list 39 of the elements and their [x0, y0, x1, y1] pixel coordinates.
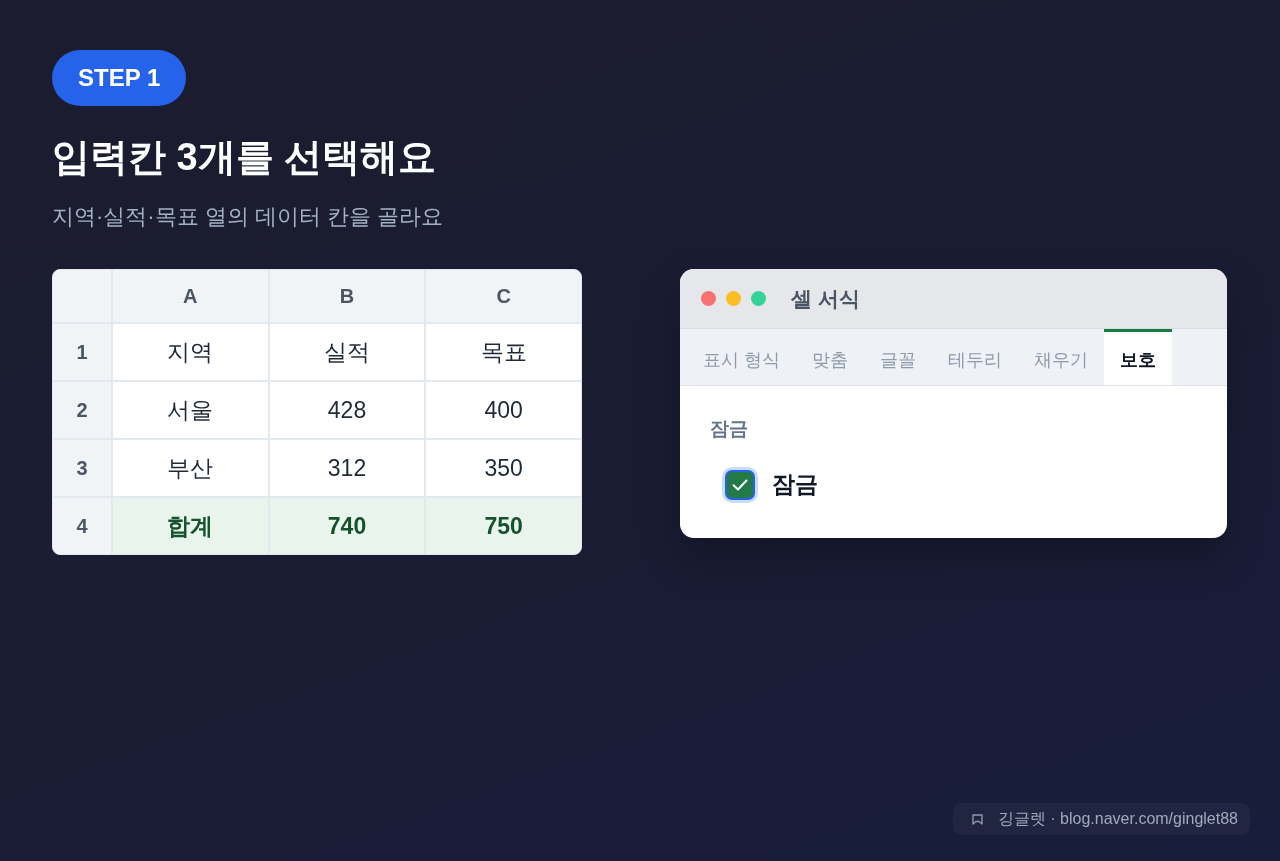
- minimize-button[interactable]: [726, 291, 741, 306]
- column-header: A: [113, 270, 268, 322]
- tab[interactable]: 테두리: [932, 329, 1018, 385]
- checkbox-label: 잠금: [772, 470, 818, 499]
- tab[interactable]: 표시 형식: [687, 329, 796, 385]
- table-cell: 합계: [113, 498, 268, 554]
- close-button[interactable]: [701, 291, 716, 306]
- tab[interactable]: 맞춤: [796, 329, 864, 385]
- section-label: 잠금: [710, 417, 748, 441]
- page-subtitle: 지역·실적·목표 열의 데이터 칸을 골라요: [52, 203, 444, 231]
- table-cell: 312: [269, 440, 425, 496]
- table-cell: 750: [426, 498, 581, 554]
- table-cell: 350: [426, 440, 581, 496]
- credit-text: 깅글렛 · blog.naver.com/ginglet88: [997, 808, 1238, 829]
- row-header: 1: [53, 324, 111, 380]
- row-header: 3: [53, 440, 111, 496]
- tab[interactable]: 글꼴: [864, 329, 932, 385]
- checkmark-icon: [732, 478, 748, 491]
- checkbox[interactable]: [725, 469, 755, 500]
- table-cell: 실적: [269, 324, 425, 380]
- page-title: 입력칸 3개를 선택해요: [52, 135, 437, 180]
- table-cell: 지역: [113, 324, 268, 380]
- table-cell: 목표: [426, 324, 581, 380]
- column-header: C: [426, 270, 581, 322]
- step-badge: STEP 1: [52, 50, 187, 106]
- maximize-button[interactable]: [751, 291, 766, 306]
- column-header: B: [269, 270, 425, 322]
- table-cell: 서울: [113, 382, 268, 438]
- tab[interactable]: 보호: [1104, 329, 1172, 385]
- table-cell: 부산: [113, 440, 268, 496]
- row-header: 2: [53, 382, 111, 438]
- bookmark-icon: [971, 813, 983, 825]
- table-cell: 428: [269, 382, 425, 438]
- corner-header: [53, 270, 111, 322]
- tab[interactable]: 채우기: [1018, 329, 1104, 385]
- row-header: 4: [53, 498, 111, 554]
- table-cell: 740: [269, 498, 425, 554]
- window-title: 셀 서식: [791, 285, 860, 312]
- table-cell: 400: [426, 382, 581, 438]
